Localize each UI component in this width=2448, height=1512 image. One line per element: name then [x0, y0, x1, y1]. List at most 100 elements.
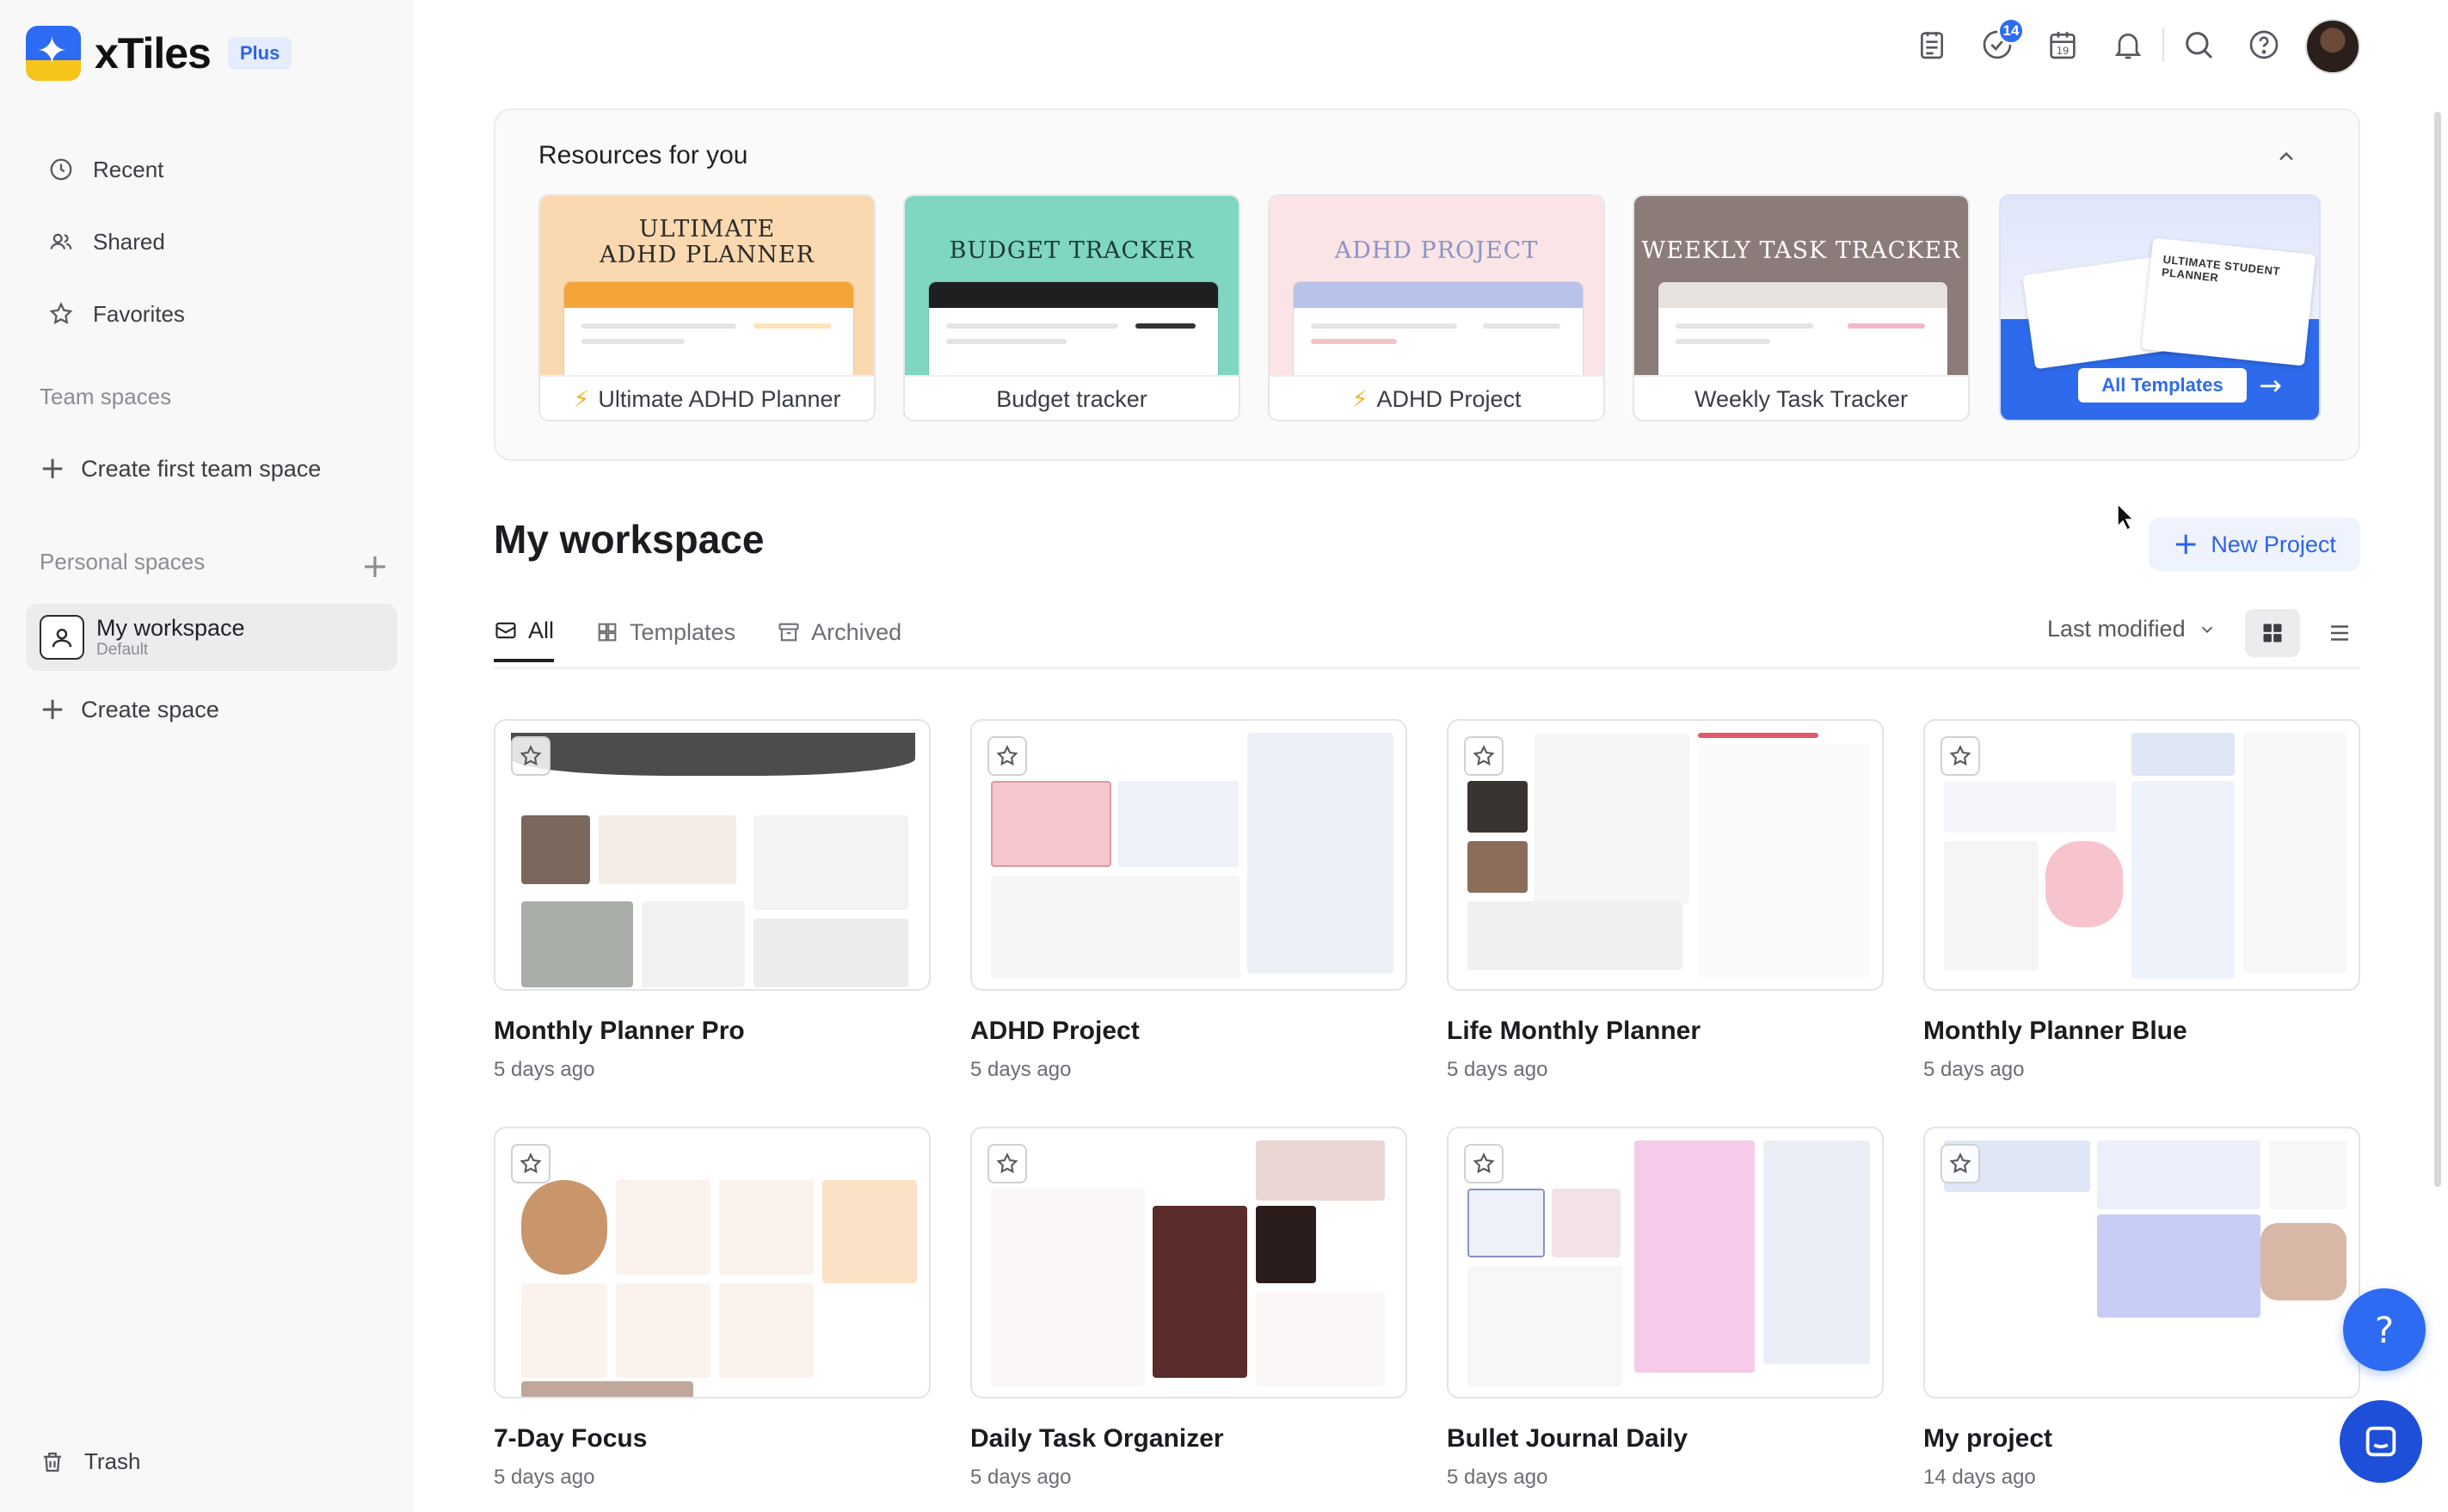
project-modified-date: 14 days ago: [1923, 1466, 2036, 1489]
star-icon: [1949, 1152, 1971, 1174]
project-thumbnail[interactable]: [1923, 719, 2360, 991]
project-modified-date: 5 days ago: [970, 1466, 1072, 1489]
all-templates-button[interactable]: All Templates: [2078, 368, 2247, 403]
resource-label-text: Ultimate ADHD Planner: [598, 385, 841, 412]
user-avatar[interactable]: [2305, 19, 2360, 74]
plan-badge: Plus: [227, 37, 292, 70]
grid-view-icon: [2263, 624, 2282, 642]
project-thumbnail[interactable]: [970, 719, 1407, 991]
calendar-icon[interactable]: 19: [2045, 28, 2080, 62]
project-name[interactable]: My project: [1923, 1424, 2360, 1454]
create-team-space-button[interactable]: + Create first team space: [40, 447, 321, 490]
chevron-up-icon[interactable]: [2274, 144, 2298, 169]
favorite-star-button[interactable]: [1941, 1144, 1980, 1183]
project-thumbnail[interactable]: [1447, 719, 1884, 991]
create-team-space-label: Create first team space: [81, 455, 322, 482]
sort-dropdown[interactable]: Last modified: [2047, 616, 2217, 642]
trash-label: Trash: [84, 1448, 141, 1474]
new-project-label: New Project: [2211, 531, 2336, 557]
resource-card-ultimate-adhd-planner[interactable]: ULTIMATE ADHD PLANNER ⚡ Ultimate ADHD Pl…: [538, 194, 876, 421]
notes-icon[interactable]: [1915, 28, 1949, 62]
project-modified-date: 5 days ago: [1447, 1058, 1548, 1081]
project-modified-date: 5 days ago: [970, 1058, 1072, 1081]
project-modified-date: 5 days ago: [494, 1466, 595, 1489]
add-personal-space-icon[interactable]: +: [361, 547, 389, 585]
project-thumbnail[interactable]: [494, 719, 931, 991]
favorite-star-button[interactable]: [1941, 736, 1980, 776]
project-card[interactable]: 7-Day Focus 5 days ago: [494, 1127, 931, 1490]
search-icon[interactable]: [2181, 28, 2216, 62]
help-button[interactable]: ?: [2343, 1288, 2426, 1371]
project-name[interactable]: ADHD Project: [970, 1017, 1407, 1046]
favorite-star-button[interactable]: [511, 736, 550, 776]
project-card[interactable]: Bullet Journal Daily 5 days ago: [1447, 1127, 1884, 1490]
create-space-button[interactable]: + Create space: [40, 688, 219, 731]
resource-label: ⚡ Ultimate ADHD Planner: [540, 375, 874, 420]
sidebar-item-recent[interactable]: Recent: [48, 148, 163, 191]
space-avatar: [40, 615, 84, 660]
project-name[interactable]: Monthly Planner Pro: [494, 1017, 931, 1046]
favorite-star-button[interactable]: [1464, 1144, 1504, 1183]
create-space-label: Create space: [81, 696, 219, 722]
sidebar: ✦ xTiles Plus Recent Shared Favorites Te…: [0, 0, 413, 1512]
chat-button[interactable]: [2340, 1400, 2422, 1483]
resource-thumbnail: WEEKLY TASK TRACKER: [1634, 196, 1968, 375]
star-icon: [520, 1152, 542, 1174]
resource-thumbnail-title: BUDGET TRACKER: [949, 237, 1195, 264]
resource-card-adhd-project[interactable]: ADHD PROJECT ⚡ ADHD Project: [1268, 194, 1605, 421]
project-card[interactable]: My project 14 days ago: [1923, 1127, 2360, 1490]
sort-label: Last modified: [2047, 616, 2186, 642]
resource-label: Budget tracker: [905, 375, 1239, 420]
project-thumbnail[interactable]: [970, 1127, 1407, 1398]
sidebar-item-trash[interactable]: Trash: [40, 1448, 141, 1475]
list-view-button[interactable]: [2319, 609, 2360, 657]
resource-thumbnail: ADHD PROJECT: [1270, 196, 1603, 375]
header-divider: [2162, 28, 2164, 62]
page-scrollbar[interactable]: [2434, 112, 2441, 1187]
project-name[interactable]: 7-Day Focus: [494, 1424, 931, 1454]
new-project-button[interactable]: + New Project: [2149, 518, 2360, 571]
project-card[interactable]: Monthly Planner Pro 5 days ago: [494, 719, 931, 1082]
sidebar-item-label: Recent: [93, 156, 164, 182]
project-card[interactable]: ADHD Project 5 days ago: [970, 719, 1407, 1082]
project-name[interactable]: Life Monthly Planner: [1447, 1017, 1884, 1046]
help-circle-icon[interactable]: [2247, 28, 2281, 62]
project-thumbnail[interactable]: [1447, 1127, 1884, 1398]
project-thumbnail[interactable]: [494, 1127, 931, 1398]
favorite-star-button[interactable]: [511, 1144, 550, 1183]
project-card[interactable]: Life Monthly Planner 5 days ago: [1447, 719, 1884, 1082]
favorite-star-button[interactable]: [987, 736, 1027, 776]
space-default-label: Default: [96, 641, 149, 659]
resource-label-text: ADHD Project: [1376, 385, 1522, 412]
all-templates-card[interactable]: ULTIMATE STUDENT PLANNER All Templates →: [1999, 194, 2321, 421]
clock-icon: [50, 158, 72, 181]
user-icon: [52, 629, 72, 648]
project-card[interactable]: Monthly Planner Blue 5 days ago: [1923, 719, 2360, 1082]
app-logo[interactable]: ✦ xTiles Plus: [26, 26, 292, 81]
mouse-cursor-icon: [2117, 502, 2135, 532]
project-card[interactable]: Daily Task Organizer 5 days ago: [970, 1127, 1407, 1490]
tab-archived[interactable]: Archived: [777, 602, 901, 662]
bell-icon[interactable]: [2111, 28, 2145, 62]
chevron-down-icon: [2201, 626, 2212, 633]
trash-icon: [44, 1452, 61, 1472]
tab-label: All: [528, 617, 555, 643]
tab-templates[interactable]: Templates: [595, 602, 735, 662]
tab-all[interactable]: All: [494, 602, 555, 662]
space-item-my-workspace[interactable]: My workspace Default: [26, 604, 397, 671]
resource-card-budget-tracker[interactable]: BUDGET TRACKER Budget tracker: [903, 194, 1240, 421]
favorite-star-button[interactable]: [987, 1144, 1027, 1183]
sidebar-item-favorites[interactable]: Favorites: [48, 292, 185, 335]
project-name[interactable]: Bullet Journal Daily: [1447, 1424, 1884, 1454]
workspace-title: My workspace: [494, 517, 765, 562]
project-name[interactable]: Daily Task Organizer: [970, 1424, 1407, 1454]
sidebar-item-shared[interactable]: Shared: [48, 220, 165, 263]
resource-card-weekly-task-tracker[interactable]: WEEKLY TASK TRACKER Weekly Task Tracker: [1633, 194, 1970, 421]
team-spaces-label: Team spaces: [40, 384, 172, 409]
grid-view-button[interactable]: [2245, 609, 2300, 657]
project-thumbnail[interactable]: [1923, 1127, 2360, 1398]
project-modified-date: 5 days ago: [494, 1058, 595, 1081]
project-name[interactable]: Monthly Planner Blue: [1923, 1017, 2360, 1046]
favorite-star-button[interactable]: [1464, 736, 1504, 776]
resource-thumbnail-title: ADHD PROJECT: [1334, 237, 1539, 264]
